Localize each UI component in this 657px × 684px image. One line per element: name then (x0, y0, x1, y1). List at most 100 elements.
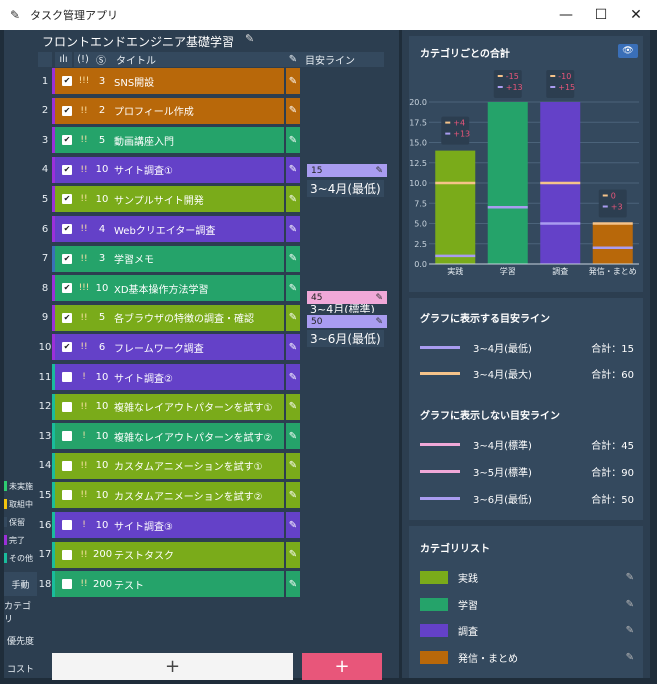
edit-task-icon[interactable]: ✎ (286, 423, 300, 450)
task-body[interactable]: ✔!! 5 各ブラウザの特徴の調査・確認 (55, 304, 284, 331)
done-checkbox[interactable]: ✔ (62, 224, 72, 234)
guideline-marker[interactable]: 50 ✎ (307, 315, 387, 328)
edit-task-icon[interactable]: ✎ (286, 216, 300, 242)
task-body[interactable]: ✔!! 4 Webクリエイター調査 (55, 216, 284, 242)
edit-task-icon[interactable]: ✎ (286, 275, 300, 302)
edit-task-icon[interactable]: ✎ (286, 68, 300, 94)
edit-task-icon[interactable]: ✎ (286, 452, 300, 479)
task-row[interactable]: 17!! 200 テストタスク ✎ (38, 541, 300, 568)
done-checkbox[interactable] (62, 490, 72, 501)
task-row[interactable]: 7 ✔!! 3 学習メモ ✎ (38, 245, 300, 272)
edit-task-icon[interactable]: ✎ (286, 245, 300, 272)
guideline-marker[interactable]: 15 ✎ (307, 164, 387, 177)
cost-column-header[interactable]: Ⓢ (92, 52, 110, 67)
task-body[interactable]: ✔!!! 10 XD基本操作方法学習 (55, 275, 284, 302)
sort-mode-button[interactable]: カテゴリ (4, 600, 37, 625)
task-body[interactable]: !! 10 カスタムアニメーションを試す① (55, 452, 284, 479)
task-body[interactable]: ✔!! 3 学習メモ (55, 245, 284, 272)
bar-chart-icon[interactable]: ılı (55, 52, 72, 67)
done-checkbox[interactable]: ✔ (62, 76, 72, 86)
done-checkbox[interactable]: ✔ (62, 135, 72, 146)
task-row[interactable]: 10 ✔!! 6 フレームワーク調査 ✎ (38, 334, 300, 361)
done-checkbox[interactable]: ✔ (62, 253, 72, 264)
edit-task-icon[interactable]: ✎ (286, 186, 300, 213)
edit-project-icon[interactable]: ✎ (245, 32, 254, 45)
edit-task-icon[interactable]: ✎ (286, 334, 300, 361)
done-checkbox[interactable] (62, 549, 72, 560)
guideline-marker[interactable]: 45 ✎ (307, 291, 387, 304)
edit-task-icon[interactable]: ✎ (286, 541, 300, 568)
task-row[interactable]: 4 ✔!! 10 サイト調査① ✎ (38, 156, 300, 183)
category-item[interactable]: 発信・まとめ ✎ (420, 649, 634, 665)
task-body[interactable]: ✔!! 5 動画講座入門 (55, 127, 284, 154)
shown-guideline-row[interactable]: 3~4月(最低) 合計：15 (420, 339, 634, 355)
done-checkbox[interactable]: ✔ (62, 283, 72, 294)
task-row[interactable]: 18!! 200 テスト ✎ (38, 571, 300, 598)
hidden-guideline-row[interactable]: 3~6月(最低) 合計：50 (420, 490, 634, 506)
task-row[interactable]: 15!! 10 カスタムアニメーションを試す② ✎ (38, 482, 300, 509)
task-row[interactable]: 11! 10 サイト調査② ✎ (38, 364, 300, 390)
done-checkbox[interactable]: ✔ (62, 105, 72, 116)
add-task-button[interactable]: + (52, 653, 293, 680)
task-row[interactable]: 13! 10 複雑なレイアウトパターンを試す② ✎ (38, 423, 300, 450)
task-body[interactable]: ! 10 複雑なレイアウトパターンを試す② (55, 423, 284, 450)
done-checkbox[interactable] (62, 431, 72, 442)
done-checkbox[interactable] (62, 372, 72, 382)
shown-guideline-row[interactable]: 3~4月(最大) 合計：60 (420, 365, 634, 381)
done-checkbox[interactable] (62, 520, 72, 530)
task-body[interactable]: !! 200 テストタスク (55, 541, 284, 568)
task-row[interactable]: 1 ✔!!! 3 SNS開設 ✎ (38, 68, 300, 94)
category-item[interactable]: 調査 ✎ (420, 622, 634, 638)
edit-task-icon[interactable]: ✎ (286, 482, 300, 509)
edit-task-icon[interactable]: ✎ (286, 304, 300, 331)
task-row[interactable]: 2 ✔!! 2 プロフィール作成 ✎ (38, 97, 300, 124)
sort-mode-button[interactable]: 優先度 (4, 628, 37, 652)
done-checkbox[interactable]: ✔ (62, 342, 72, 353)
task-body[interactable]: ✔!! 2 プロフィール作成 (55, 97, 284, 124)
task-row[interactable]: 14!! 10 カスタムアニメーションを試す① ✎ (38, 452, 300, 479)
task-body[interactable]: !! 10 複雑なレイアウトパターンを試す① (55, 393, 284, 420)
edit-category-icon[interactable]: ✎ (626, 572, 634, 583)
task-row[interactable]: 12!! 10 複雑なレイアウトパターンを試す① ✎ (38, 393, 300, 420)
done-checkbox[interactable] (62, 579, 72, 590)
category-item[interactable]: 実践 ✎ (420, 569, 634, 585)
task-body[interactable]: ✔!! 10 サンプルサイト開発 (55, 186, 284, 213)
task-row[interactable]: 3 ✔!! 5 動画講座入門 ✎ (38, 127, 300, 154)
sort-mode-button[interactable]: コスト (4, 656, 37, 680)
edit-task-icon[interactable]: ✎ (286, 571, 300, 598)
eye-icon[interactable]: 👁 (618, 44, 638, 58)
edit-task-icon[interactable]: ✎ (286, 127, 300, 154)
task-body[interactable]: !! 10 カスタムアニメーションを試す② (55, 482, 284, 509)
done-checkbox[interactable]: ✔ (62, 164, 72, 175)
task-row[interactable]: 6 ✔!! 4 Webクリエイター調査 ✎ (38, 216, 300, 242)
priority-column-header[interactable]: (!) (74, 52, 92, 67)
hidden-guideline-row[interactable]: 3~4月(標準) 合計：45 (420, 436, 634, 452)
edit-category-icon[interactable]: ✎ (626, 599, 634, 610)
close-button[interactable]: ✕ (613, 0, 657, 30)
edit-guideline-icon[interactable]: ✎ (375, 166, 383, 176)
task-row[interactable]: 16! 10 サイト調査③ ✎ (38, 512, 300, 538)
task-body[interactable]: ! 10 サイト調査② (55, 364, 284, 390)
task-body[interactable]: ✔!!! 3 SNS開設 (55, 68, 284, 94)
edit-task-icon[interactable]: ✎ (286, 393, 300, 420)
edit-task-icon[interactable]: ✎ (286, 97, 300, 124)
task-body[interactable]: !! 200 テスト (55, 571, 284, 598)
panel-divider[interactable] (399, 30, 402, 678)
hidden-guideline-row[interactable]: 3~5月(標準) 合計：90 (420, 463, 634, 479)
edit-guideline-icon[interactable]: ✎ (375, 293, 383, 303)
done-checkbox[interactable] (62, 460, 72, 471)
task-body[interactable]: ✔!! 6 フレームワーク調査 (55, 334, 284, 361)
category-item[interactable]: 学習 ✎ (420, 596, 634, 612)
add-guideline-button[interactable]: + (302, 653, 382, 680)
task-body[interactable]: ✔!! 10 サイト調査① (55, 156, 284, 183)
done-checkbox[interactable]: ✔ (62, 194, 72, 205)
task-row[interactable]: 5 ✔!! 10 サンプルサイト開発 ✎ (38, 186, 300, 213)
task-row[interactable]: 9 ✔!! 5 各ブラウザの特徴の調査・確認 ✎ (38, 304, 300, 331)
edit-task-icon[interactable]: ✎ (286, 364, 300, 390)
edit-column-icon[interactable]: ✎ (286, 52, 300, 67)
done-checkbox[interactable] (62, 401, 72, 412)
sort-mode-button[interactable]: 手動 (4, 572, 37, 596)
edit-guideline-icon[interactable]: ✎ (375, 317, 383, 327)
done-checkbox[interactable]: ✔ (62, 312, 72, 323)
edit-task-icon[interactable]: ✎ (286, 156, 300, 183)
